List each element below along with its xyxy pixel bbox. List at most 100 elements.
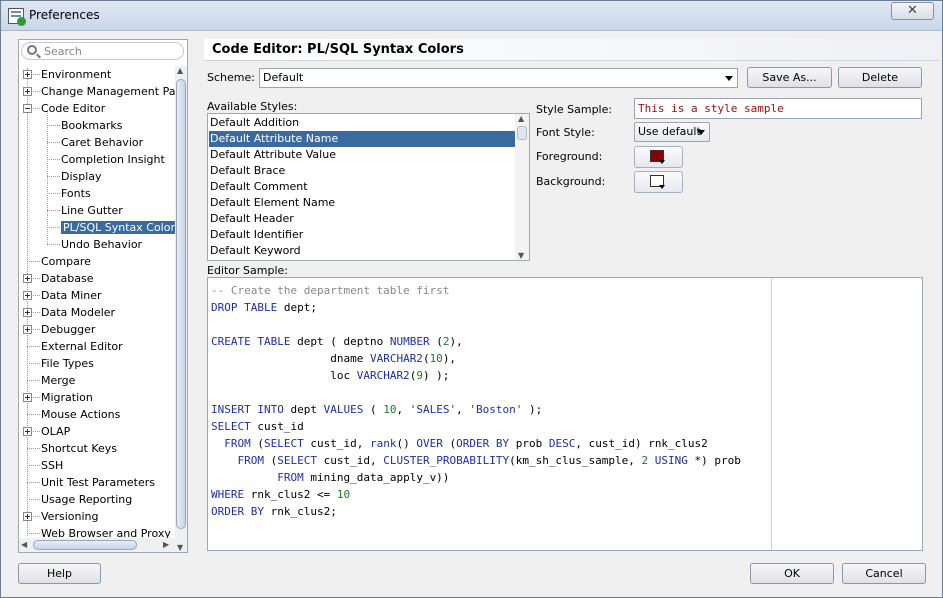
tree-item[interactable]: Code Editor [41, 100, 105, 117]
tree-item[interactable]: Versioning [41, 508, 98, 525]
expand-icon[interactable] [23, 291, 32, 300]
tree-item-label: Mouse Actions [41, 408, 121, 421]
tree-item[interactable]: Merge [41, 372, 75, 389]
tree-item[interactable]: Database [41, 270, 94, 287]
tree-guide-line [47, 125, 60, 126]
tree-item-label: Line Gutter [61, 204, 123, 217]
scheme-select[interactable]: Default [259, 68, 738, 88]
code-token: () [396, 437, 417, 450]
style-list-item[interactable]: Default Comment [209, 179, 515, 195]
collapse-icon[interactable] [23, 104, 32, 113]
tree-scroll-thumb[interactable] [176, 79, 186, 529]
tree-item[interactable]: Debugger [41, 321, 95, 338]
code-line: dname VARCHAR2(10), [211, 350, 741, 367]
tree-vertical-scrollbar[interactable]: ▲ ▼ [175, 66, 187, 552]
font-style-select[interactable]: Use default [634, 122, 710, 142]
code-token: , cust_id) rnk_clus2 [575, 437, 708, 450]
expand-icon[interactable] [23, 512, 32, 521]
code-token: rnk_clus2; [263, 505, 337, 518]
expand-icon[interactable] [23, 393, 32, 402]
style-list-item[interactable]: Default Element Name [209, 195, 515, 211]
scroll-right-arrow-icon[interactable]: ▶ [163, 540, 169, 549]
style-list-item[interactable]: Default Attribute Name [209, 131, 515, 147]
tree-item[interactable]: Environment [41, 66, 111, 83]
code-token: 'SALES' [409, 403, 457, 416]
tree-item[interactable]: File Types [41, 355, 94, 372]
tree-guide-line [47, 193, 60, 194]
expand-icon[interactable] [23, 274, 32, 283]
cancel-button[interactable]: Cancel [842, 563, 926, 584]
scroll-left-arrow-icon[interactable]: ◀ [21, 540, 27, 549]
foreground-color-button[interactable] [634, 146, 683, 168]
close-button[interactable]: ✕ [891, 2, 934, 20]
available-styles-label: Available Styles: [207, 100, 298, 113]
code-token: 10 [429, 352, 443, 365]
code-token: USING [654, 454, 688, 467]
editor-sample[interactable]: -- Create the department table first DROP… [207, 277, 923, 551]
tree-guide-line [47, 176, 60, 177]
tree-item[interactable]: Line Gutter [61, 202, 123, 219]
tree-item[interactable]: Shortcut Keys [41, 440, 117, 457]
expand-icon[interactable] [23, 87, 32, 96]
code-token: VARCHAR2 [356, 369, 410, 382]
delete-button[interactable]: Delete [838, 67, 922, 88]
window-title: Preferences [29, 8, 100, 22]
tree-hscroll-thumb[interactable] [33, 540, 137, 550]
code-token: ) ); [422, 369, 450, 382]
style-list-item[interactable]: Default Brace [209, 163, 515, 179]
tree-guide-line [47, 227, 60, 228]
tree-item[interactable]: Mouse Actions [41, 406, 120, 423]
tree-item[interactable]: Undo Behavior [61, 236, 142, 253]
tree-item[interactable]: Usage Reporting [41, 491, 132, 508]
tree-item[interactable]: Display [61, 168, 102, 185]
save-as-button[interactable]: Save As... [747, 67, 832, 88]
available-styles-list[interactable]: Default Addition Default Attribute Name De… [207, 113, 530, 261]
search-box[interactable]: Search [21, 42, 184, 60]
ok-button[interactable]: OK [750, 563, 834, 584]
background-label: Background: [536, 175, 606, 188]
tree-item[interactable]: Migration [41, 389, 93, 406]
scroll-up-arrow-icon[interactable]: ▲ [177, 66, 183, 75]
chevron-down-icon [659, 160, 665, 164]
tree-item[interactable]: Completion Insight [61, 151, 165, 168]
tree-item[interactable]: PL/SQL Syntax Colors [61, 219, 183, 236]
expand-icon[interactable] [23, 325, 32, 334]
style-list-item[interactable]: Default Identifier [209, 227, 515, 243]
style-list-item[interactable]: Default Keyword [209, 243, 515, 259]
preferences-sidebar: Search Environment Change Management Para… [18, 39, 188, 553]
tree-item[interactable]: Bookmarks [61, 117, 122, 134]
style-list-item[interactable]: Default Attribute Value [209, 147, 515, 163]
tree-item[interactable]: External Editor [41, 338, 123, 355]
search-input[interactable]: Search [44, 45, 82, 58]
code-token: -- Create the department table first [211, 284, 450, 297]
tree-item[interactable]: SSH [41, 457, 63, 474]
scroll-down-arrow-icon[interactable]: ▼ [518, 251, 524, 260]
expand-icon[interactable] [23, 308, 32, 317]
code-token: ), [449, 335, 463, 348]
code-token: dept [283, 403, 324, 416]
tree-horizontal-scrollbar[interactable]: ◀ ▶ [19, 538, 175, 552]
tree-guide-line [47, 210, 60, 211]
tree-item[interactable]: Caret Behavior [61, 134, 143, 151]
tree-item[interactable]: Unit Test Parameters [41, 474, 155, 491]
tree-item[interactable]: Data Modeler [41, 304, 115, 321]
styles-scrollbar[interactable]: ▲ ▼ [515, 114, 529, 260]
help-button[interactable]: Help [18, 563, 101, 584]
expand-icon[interactable] [23, 427, 32, 436]
expand-icon[interactable] [23, 70, 32, 79]
style-list-item[interactable]: Default Header [209, 211, 515, 227]
background-color-button[interactable] [634, 171, 683, 193]
tree-item[interactable]: OLAP [41, 423, 70, 440]
code-token: FROM [224, 437, 251, 450]
tree-guide-line [27, 261, 40, 262]
scroll-down-arrow-icon[interactable]: ▼ [177, 543, 183, 552]
styles-scroll-thumb[interactable] [517, 126, 527, 140]
tree-item[interactable]: Fonts [61, 185, 91, 202]
tree-item[interactable]: Compare [41, 253, 91, 270]
style-list-item[interactable]: Default Addition [209, 115, 515, 131]
tree-item[interactable]: Change Management Parar [41, 83, 187, 100]
code-token: cust_id, [317, 454, 384, 467]
scroll-up-arrow-icon[interactable]: ▲ [518, 114, 524, 123]
tree-item[interactable]: Data Miner [41, 287, 102, 304]
